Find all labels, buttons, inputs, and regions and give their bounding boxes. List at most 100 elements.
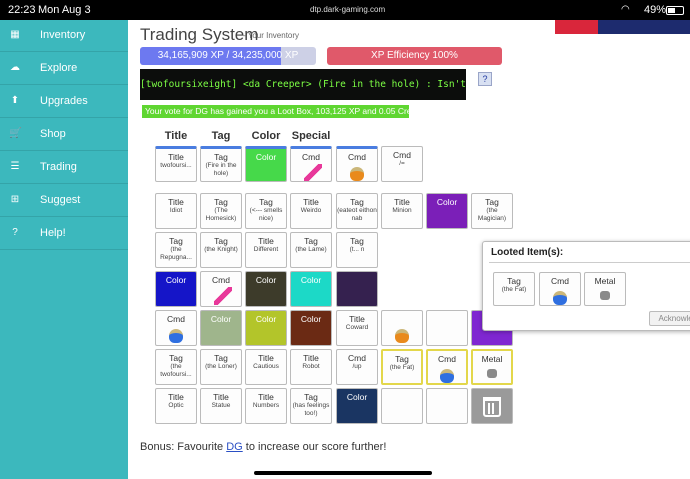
item-type: Tag xyxy=(259,197,273,207)
help-button[interactable]: ? xyxy=(478,72,492,86)
sidebar-item-label: Suggest xyxy=(40,194,81,206)
item-slot[interactable]: Title Idiot xyxy=(155,193,197,229)
item-slot[interactable]: Title Optic xyxy=(155,388,197,424)
dg-link[interactable]: DG xyxy=(226,441,243,453)
item-slot[interactable] xyxy=(336,271,378,307)
status-date: Mon Aug 3 xyxy=(38,4,91,16)
item-slot[interactable]: Title Minion xyxy=(381,193,423,229)
bonus-text: Bonus: Favourite DG to increase our scor… xyxy=(140,441,386,453)
item-type: Title xyxy=(303,197,319,207)
sidebar-item-help[interactable]: ? Help! xyxy=(0,218,128,250)
equip-header: Special xyxy=(291,130,331,142)
sidebar-item-suggest[interactable]: ⊞ Suggest xyxy=(0,185,128,217)
item-slot[interactable]: Color xyxy=(200,310,242,346)
item-slot[interactable] xyxy=(381,388,423,424)
item-slot[interactable]: Cmd xyxy=(155,310,197,346)
item-slot[interactable] xyxy=(426,310,468,346)
item-slot[interactable]: Color xyxy=(245,271,287,307)
item-slot[interactable]: Title twofoursi... xyxy=(155,146,197,182)
item-slot[interactable]: Tag (The Homesick) xyxy=(200,193,242,229)
item-slot[interactable] xyxy=(381,310,423,346)
sidebar-item-shop[interactable]: 🛒 Shop xyxy=(0,119,128,151)
item-slot[interactable]: Cmd xyxy=(200,271,242,307)
item-type: Tag xyxy=(304,236,318,246)
item-type: Tag xyxy=(304,392,318,402)
plus-box-icon: ⊞ xyxy=(10,194,20,205)
item-slot[interactable]: Color xyxy=(245,146,287,182)
item-slot[interactable] xyxy=(426,388,468,424)
item-slot[interactable]: Tag (t... n xyxy=(336,232,378,268)
sidebar-item-label: Help! xyxy=(40,227,66,239)
sidebar-item-upgrades[interactable]: ⬆ Upgrades xyxy=(0,86,128,118)
item-label: /= xyxy=(399,160,405,167)
item-slot[interactable]: Color xyxy=(336,388,378,424)
item-slot[interactable]: Tag (has feelings too!) xyxy=(290,388,332,424)
item-type: Metal xyxy=(594,276,616,286)
item-slot[interactable]: Tag (the Magician) xyxy=(471,193,513,229)
url-label[interactable]: dtp.dark-gaming.com xyxy=(310,5,385,14)
item-slot[interactable]: Color xyxy=(426,193,468,229)
item-slot[interactable]: Tag (<--- smells nice) xyxy=(245,193,287,229)
item-slot[interactable]: Tag (the Lame) xyxy=(290,232,332,268)
sidebar-item-explore[interactable]: ☁ Explore xyxy=(0,53,128,85)
item-slot[interactable]: Metal xyxy=(584,272,626,306)
item-slot[interactable]: Tag (the Loner) xyxy=(200,349,242,385)
item-slot[interactable]: Title Robot xyxy=(290,349,332,385)
item-slot[interactable]: Cmd xyxy=(290,146,332,182)
status-time: 22:23 xyxy=(8,4,36,16)
item-type: Title xyxy=(258,236,274,246)
item-slot[interactable]: Tag (the Fat) xyxy=(493,272,535,306)
sidebar-item-label: Shop xyxy=(40,128,66,140)
item-slot[interactable]: Tag (the Repugna... xyxy=(155,232,197,268)
acknowledged-button[interactable]: Acknowledged xyxy=(649,311,690,326)
item-slot[interactable]: Color xyxy=(290,271,332,307)
item-type: Title xyxy=(258,353,274,363)
item-slot[interactable]: Title Coward xyxy=(336,310,378,346)
item-slot[interactable]: Metal xyxy=(471,349,513,385)
item-type: Title xyxy=(168,197,184,207)
name-preview-banner: [twofoursixeight] <da Creeper> (Fire in … xyxy=(140,69,466,100)
sidebar-item-trading[interactable]: ☰ Trading xyxy=(0,152,128,184)
item-slot[interactable]: Cmd xyxy=(426,349,468,385)
item-slot[interactable]: Title Statue xyxy=(200,388,242,424)
item-slot[interactable]: Cmd/= xyxy=(381,146,423,182)
trash-slot[interactable] xyxy=(471,388,513,424)
item-slot[interactable]: Color xyxy=(245,310,287,346)
popup-divider xyxy=(489,262,690,263)
item-type: Title xyxy=(258,392,274,402)
list-icon: ☰ xyxy=(10,161,20,172)
item-label: (The Homesick) xyxy=(205,207,237,222)
xp-efficiency-bar: XP Efficiency 100% xyxy=(327,47,502,65)
battery-icon xyxy=(666,6,684,15)
item-slot[interactable]: Color xyxy=(155,271,197,307)
battery-percent: 49% xyxy=(644,4,667,16)
cloud-icon: ☁ xyxy=(10,62,20,73)
item-label: (the Fat) xyxy=(501,286,527,293)
item-slot[interactable]: Cmd xyxy=(539,272,581,306)
item-type: Title xyxy=(168,152,184,162)
item-slot[interactable]: Title Different xyxy=(245,232,287,268)
equip-header: Title xyxy=(164,130,188,142)
item-slot[interactable]: Tag (Fire in the hole) xyxy=(200,146,242,182)
item-type: Title xyxy=(349,314,365,324)
sidebar-item-inventory[interactable]: ▦ Inventory xyxy=(0,20,128,52)
item-slot[interactable]: Cmd/up xyxy=(336,349,378,385)
item-slot[interactable]: Tag (the Fat) xyxy=(381,349,423,385)
item-type: Metal xyxy=(481,354,503,364)
item-slot[interactable]: Title Cautious xyxy=(245,349,287,385)
item-slot[interactable]: Tag (eateot eithon nab xyxy=(336,193,378,229)
blue-potion-icon xyxy=(553,291,567,305)
item-slot[interactable]: Title Numbers xyxy=(245,388,287,424)
blue-potion-icon xyxy=(440,369,454,383)
metal-ore-icon xyxy=(600,291,610,300)
item-slot[interactable]: Tag (the twofoursi... xyxy=(155,349,197,385)
xp-progress-bar: 34,165,909 XP / 34,235,000 XP xyxy=(140,47,316,65)
item-slot[interactable]: Title Weirdo xyxy=(290,193,332,229)
item-slot[interactable]: Tag (the Knight) xyxy=(200,232,242,268)
item-type: Cmd xyxy=(302,152,320,162)
item-type: Cmd xyxy=(212,275,230,285)
item-slot[interactable]: Color xyxy=(290,310,332,346)
item-slot[interactable]: Cmd xyxy=(336,146,378,182)
item-type: Title xyxy=(303,353,319,363)
item-type: Tag xyxy=(350,197,364,207)
